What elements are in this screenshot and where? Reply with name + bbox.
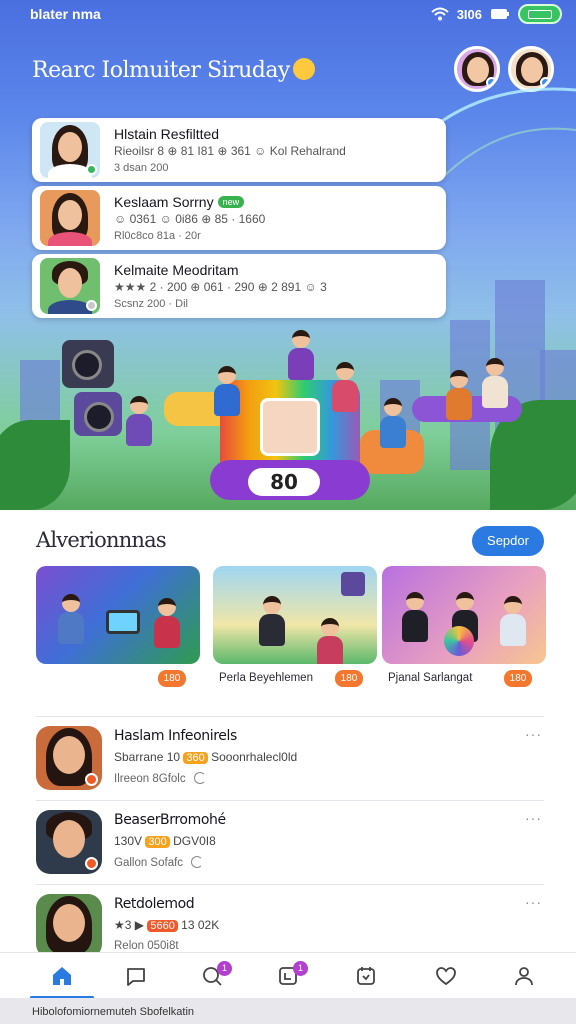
feed-meta: ☺ 0361 ☺ 0i86 ⊕ 85 · 1660	[114, 212, 266, 226]
post-avatar	[36, 726, 102, 790]
post-row[interactable]: BeaserBrromohé 130V 300 DGV0I8 Gallon So…	[36, 802, 544, 886]
post-sub: Relon 050i8t	[114, 940, 179, 952]
feed-avatar	[40, 190, 100, 246]
chat-icon	[127, 968, 145, 986]
new-badge: new	[217, 196, 245, 208]
event-image	[213, 566, 377, 664]
event-card[interactable]: Pjanal Sarlangat 180	[382, 566, 546, 692]
nav-chat[interactable]	[104, 953, 168, 999]
divider	[36, 716, 544, 717]
post-row[interactable]: Retdolemod ★3 ▶ 5660 13 02K Relon 050i8t…	[36, 886, 544, 952]
feed-sub: 3 dsan 200	[114, 162, 169, 174]
footer-bar: Hibolofomiornemuteh Sbofelkatin	[0, 998, 576, 1024]
event-card[interactable]: Remo-Ineae Sbritan 180	[36, 566, 200, 692]
post-sub: Gallon Sofafc	[114, 856, 204, 869]
feed-name: Keslaam Sorrny new	[114, 194, 245, 210]
post-meta: Sbarrane 10 360 Sooonrhalecl0ld	[114, 750, 298, 764]
signal-icon	[491, 9, 509, 19]
stage-screen	[260, 398, 320, 456]
page-title: Rearc Iolmuiter Siruday	[32, 58, 315, 83]
refresh-icon[interactable]	[193, 772, 206, 784]
section-header: Alverionnnas Sepdor	[36, 526, 544, 556]
calendar-icon	[357, 967, 375, 985]
camera-icon	[74, 392, 122, 436]
event-image	[36, 566, 200, 664]
search-badge: 1	[217, 961, 232, 976]
nav-profile[interactable]	[492, 953, 556, 999]
post-row[interactable]: Haslam Infeonirels Sbarrane 10 360 Sooon…	[36, 718, 544, 802]
stage-counter: 80	[248, 468, 320, 496]
feed-card[interactable]: Hlstain Resfiltted Rieoilsr 8 ⊕ 81 I81 ⊕…	[32, 118, 446, 182]
carrier-name: blater nma	[30, 6, 101, 22]
battery-icon	[518, 4, 562, 24]
feed-name: Hlstain Resfiltted	[114, 126, 220, 142]
heart-icon	[436, 967, 456, 986]
event-chip: 180	[504, 670, 532, 687]
post-meta: 130V 300 DGV0I8	[114, 834, 216, 848]
post-meta: ★3 ▶ 5660 13 02K	[114, 918, 220, 932]
profile-icon	[515, 967, 533, 986]
online-dot-icon	[86, 164, 97, 175]
nav-home[interactable]	[30, 953, 94, 999]
feed-sub: Rl0c8co 81a · 20r	[114, 230, 201, 242]
post-name: Haslam Infeonirels	[114, 728, 237, 744]
section-title: Alverionnnas	[36, 528, 167, 552]
wifi-icon	[431, 7, 449, 21]
event-label: Pjanal Sarlangat	[388, 672, 473, 684]
clock: 3I06	[456, 6, 482, 22]
event-label: Perla Beyehlemen	[219, 672, 313, 684]
inbox-badge: 1	[293, 961, 308, 976]
more-options-icon[interactable]: ···	[525, 726, 542, 742]
bottom-nav: 1 1	[0, 952, 576, 999]
post-name: BeaserBrromohé	[114, 812, 226, 828]
more-options-icon[interactable]: ···	[525, 894, 542, 910]
event-card[interactable]: Perla Beyehlemen 180	[213, 566, 377, 692]
status-bar: blater nma 3I06	[0, 0, 576, 28]
post-avatar	[36, 894, 102, 952]
nav-search[interactable]: 1	[180, 953, 244, 999]
nav-calendar[interactable]	[334, 953, 398, 999]
event-image	[382, 566, 546, 664]
thumbs-up-icon	[292, 58, 315, 80]
section-action-button[interactable]: Sepdor	[472, 526, 544, 556]
divider	[36, 800, 544, 801]
nav-inbox[interactable]: 1	[256, 953, 320, 999]
more-options-icon[interactable]: ···	[525, 810, 542, 826]
home-icon	[53, 967, 71, 985]
feed-meta: ★★★ 2 · 200 ⊕ 061 · 290 ⊕ 2 891 ☺ 3	[114, 280, 327, 294]
post-avatar	[36, 810, 102, 874]
event-chip: 180	[158, 670, 186, 687]
feed-avatar	[40, 122, 100, 178]
event-chip: 180	[335, 670, 363, 687]
post-name: Retdolemod	[114, 896, 195, 912]
feed-meta: Rieoilsr 8 ⊕ 81 I81 ⊕ 361 ☺ Kol Rehalran…	[114, 144, 346, 158]
camera-icon	[62, 340, 114, 388]
refresh-icon[interactable]	[191, 856, 204, 868]
feed-card[interactable]: Keslaam Sorrny new ☺ 0361 ☺ 0i86 ⊕ 85 · 1…	[32, 186, 446, 250]
event-label: Remo-Ineae Sbritan	[42, 670, 145, 682]
post-sub: Ilreeon 8Gfolc	[114, 772, 206, 785]
divider	[36, 884, 544, 885]
feed-name: Kelmaite Meodritam	[114, 262, 239, 278]
hero-banner: blater nma 3I06 Rearc Iolmuiter Siruday …	[0, 0, 576, 510]
nav-favorites[interactable]	[414, 953, 478, 999]
